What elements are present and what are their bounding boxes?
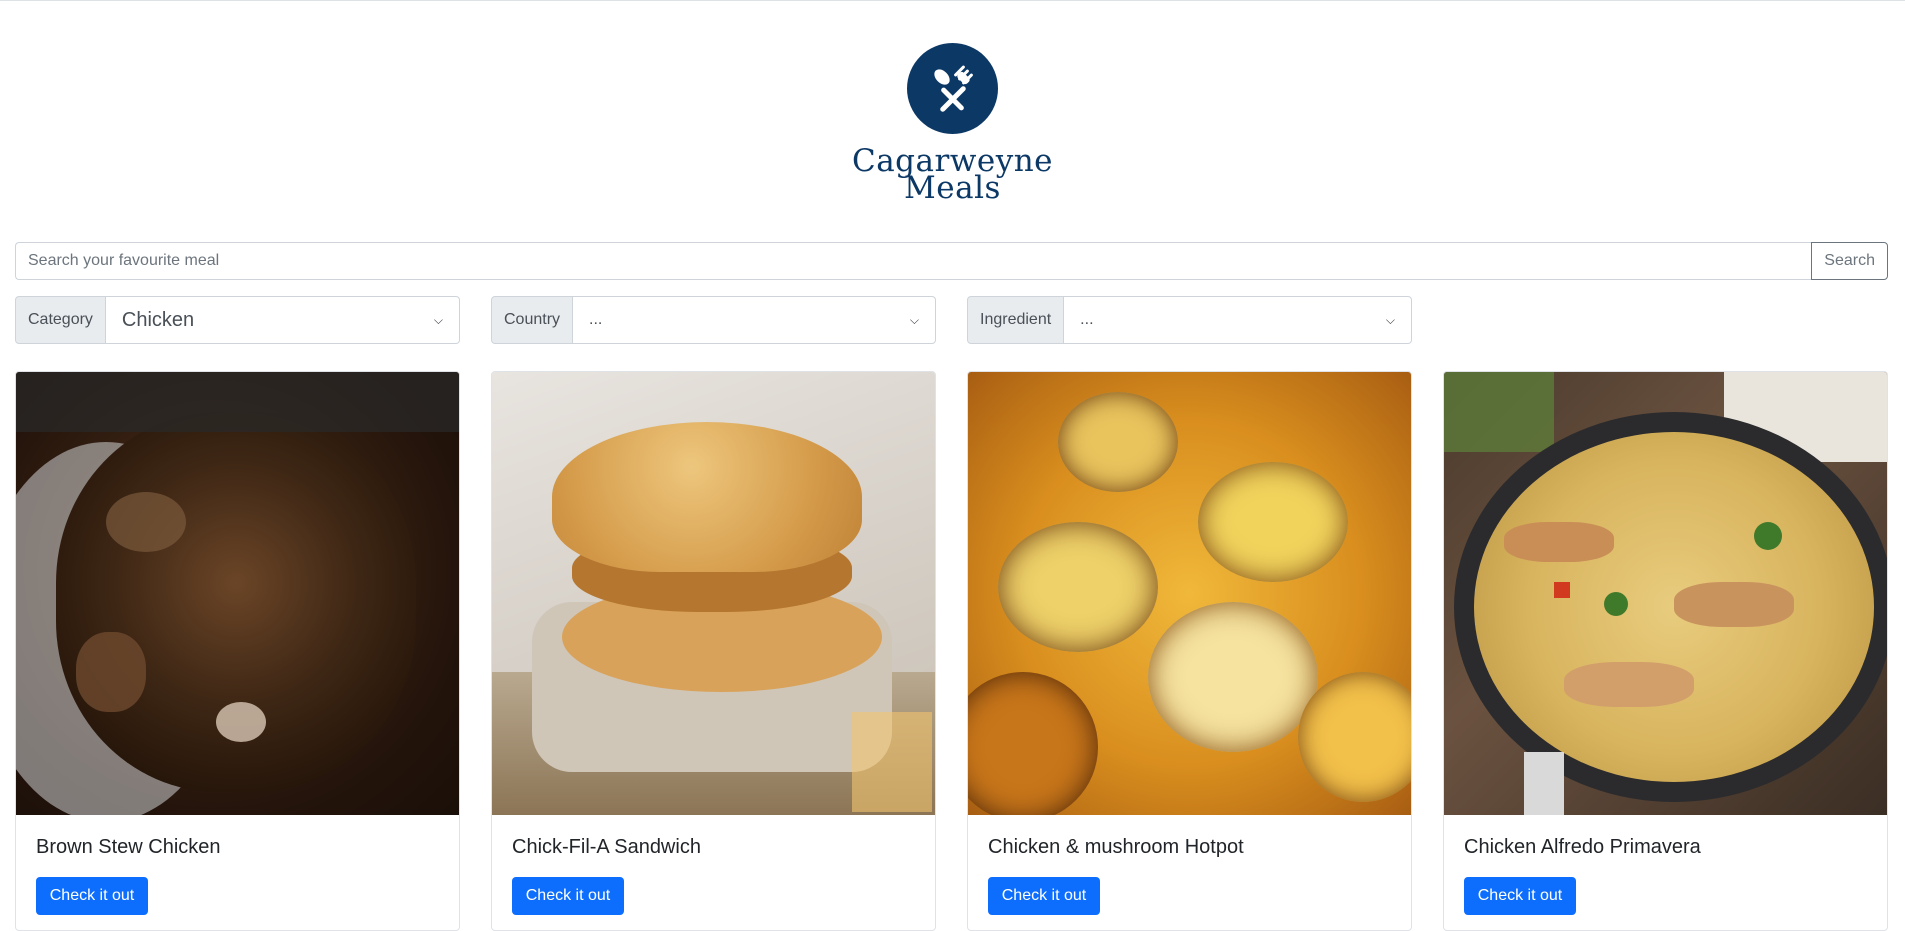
meal-title: Chicken & mushroom Hotpot xyxy=(988,836,1244,858)
check-meal-button[interactable]: Check it out xyxy=(1464,877,1576,915)
meal-image[interactable] xyxy=(492,372,935,815)
brand-name: Cagarweyne Meals xyxy=(0,146,1905,206)
filter-bar: Category Chicken ⌵ Country ... ⌵ Ingredi… xyxy=(15,296,1888,344)
check-meal-button[interactable]: Check it out xyxy=(512,877,624,915)
meal-card: Chick-Fil-A Sandwich Check it out xyxy=(491,371,936,931)
meal-image[interactable] xyxy=(1444,372,1887,815)
ingredient-filter-label: Ingredient xyxy=(967,296,1065,344)
brand-name-line2: Meals xyxy=(904,170,1001,206)
brand-logo[interactable] xyxy=(907,43,998,134)
chevron-down-icon: ⌵ xyxy=(433,312,443,327)
site-header: Cagarweyne Meals xyxy=(0,1,1905,206)
country-filter: Country ... ⌵ xyxy=(491,296,936,344)
country-select[interactable]: ... ⌵ xyxy=(573,296,936,344)
search-input[interactable] xyxy=(15,242,1812,280)
search-button[interactable]: Search xyxy=(1811,242,1888,280)
category-select-value: Chicken xyxy=(121,308,195,331)
meal-card: Chicken & mushroom Hotpot Check it out xyxy=(967,371,1412,931)
check-meal-button[interactable]: Check it out xyxy=(36,877,148,915)
check-meal-button[interactable]: Check it out xyxy=(988,877,1100,915)
category-filter: Category Chicken ⌵ xyxy=(15,296,460,344)
category-select[interactable]: Chicken ⌵ xyxy=(105,296,460,344)
ingredient-filter: Ingredient ... ⌵ xyxy=(967,296,1412,344)
search-bar: Search xyxy=(15,242,1888,280)
meal-card: Brown Stew Chicken Check it out xyxy=(15,371,460,931)
meal-title: Chicken Alfredo Primavera xyxy=(1464,836,1701,858)
meal-title: Brown Stew Chicken xyxy=(36,836,221,858)
category-filter-label: Category xyxy=(15,296,106,344)
country-select-value: ... xyxy=(589,311,603,328)
meal-title: Chick-Fil-A Sandwich xyxy=(512,836,701,858)
chevron-down-icon: ⌵ xyxy=(909,312,919,327)
meal-image[interactable] xyxy=(968,372,1411,815)
meal-image[interactable] xyxy=(16,372,459,815)
country-filter-label: Country xyxy=(491,296,574,344)
ingredient-select[interactable]: ... ⌵ xyxy=(1064,296,1412,344)
utensils-icon xyxy=(933,65,973,112)
chevron-down-icon: ⌵ xyxy=(1385,312,1395,327)
meal-card: Chicken Alfredo Primavera Check it out xyxy=(1443,371,1888,931)
ingredient-select-value: ... xyxy=(1080,311,1094,328)
